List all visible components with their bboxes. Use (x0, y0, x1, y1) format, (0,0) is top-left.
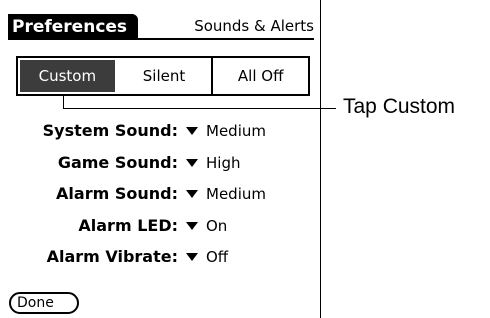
silent-button[interactable]: Silent (117, 58, 214, 94)
system-sound-picker[interactable]: Medium (186, 120, 266, 142)
callout-leader-vertical (63, 94, 64, 109)
alarm-led-label: Alarm LED: (78, 215, 178, 235)
setting-row-alarm-vibrate: Alarm Vibrate: Off (0, 246, 321, 278)
system-sound-label: System Sound: (42, 121, 178, 140)
all-off-button-label: All Off (237, 67, 284, 85)
profile-selector: Custom Silent All Off (16, 56, 310, 96)
triangle-down-icon (186, 127, 198, 135)
done-button[interactable]: Done (9, 292, 79, 314)
alarm-sound-picker[interactable]: Medium (186, 183, 266, 205)
alarm-led-picker[interactable]: On (186, 215, 227, 237)
callout-label: Tap Custom (343, 95, 456, 118)
setting-row-alarm-led: Alarm LED: On (0, 215, 321, 247)
setting-row-system-sound: System Sound: Medium (0, 120, 321, 152)
triangle-down-icon (186, 221, 198, 230)
setting-row-game-sound: Game Sound: High (0, 152, 321, 184)
alarm-vibrate-value: Off (206, 248, 229, 266)
done-button-label: Done (17, 295, 54, 311)
custom-button-label: Custom (38, 67, 97, 85)
alarm-led-value: On (206, 216, 228, 235)
app-title: Preferences (12, 17, 128, 37)
panel-name: Sounds & Alerts (194, 17, 314, 35)
custom-button[interactable]: Custom (18, 58, 117, 94)
title-underline (8, 38, 314, 40)
settings-list: System Sound: Medium Game Sound: High Al… (0, 120, 321, 278)
triangle-down-icon (186, 253, 198, 261)
game-sound-picker[interactable]: High (186, 152, 240, 174)
system-sound-value: Medium (206, 122, 266, 140)
title-bar: Preferences Sounds & Alerts (8, 14, 314, 40)
device-screen: Preferences Sounds & Alerts Custom Silen… (0, 0, 321, 318)
app-title-tab[interactable]: Preferences (8, 14, 138, 40)
silent-button-label: Silent (142, 67, 186, 85)
alarm-vibrate-picker[interactable]: Off (186, 246, 228, 268)
all-off-button[interactable]: All Off (213, 58, 308, 94)
triangle-down-icon (186, 190, 198, 198)
setting-row-alarm-sound: Alarm Sound: Medium (0, 183, 321, 215)
game-sound-value: High (206, 153, 241, 172)
alarm-sound-label: Alarm Sound: (56, 184, 178, 203)
triangle-down-icon (186, 158, 198, 167)
alarm-sound-value: Medium (206, 185, 266, 203)
callout-leader-horizontal (63, 108, 336, 109)
game-sound-label: Game Sound: (57, 152, 178, 172)
alarm-vibrate-label: Alarm Vibrate: (46, 247, 178, 266)
